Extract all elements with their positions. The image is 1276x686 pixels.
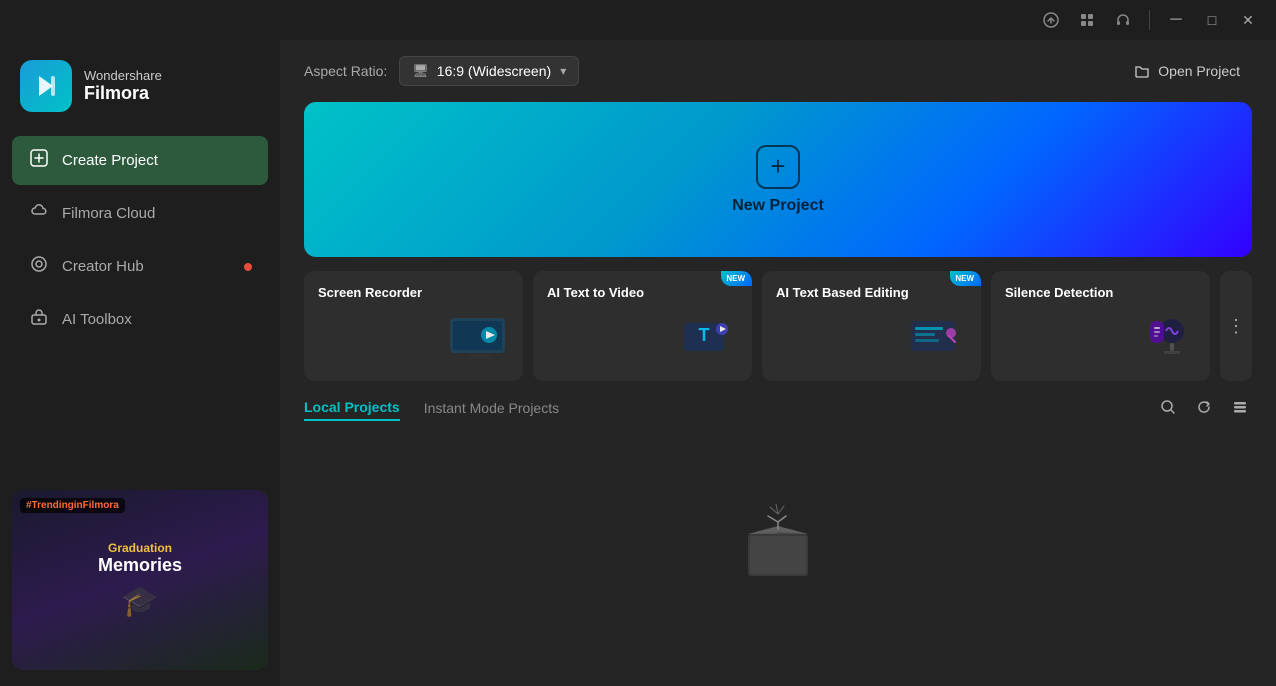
empty-box-graphic <box>728 494 828 584</box>
logo-section: Wondershare Filmora <box>0 40 280 136</box>
new-project-banner[interactable]: + New Project <box>304 102 1252 257</box>
aspect-ratio-section: Aspect Ratio: 🖥 16:9 (Widescreen) ▾ <box>304 56 579 86</box>
restore-button[interactable]: □ <box>1196 4 1228 36</box>
nav-items: Create Project Filmora Cloud <box>0 136 280 344</box>
feature-card-silence-detection[interactable]: Silence Detection <box>991 271 1210 381</box>
silence-detection-icon <box>1132 303 1202 373</box>
screen-recorder-label: Screen Recorder <box>318 285 509 302</box>
content-area: Aspect Ratio: 🖥 16:9 (Widescreen) ▾ Open… <box>280 40 1276 686</box>
feature-cards-row: Screen Recorder NEW AI Text to Video <box>280 257 1276 395</box>
folder-icon <box>1134 63 1150 79</box>
minimize-button[interactable]: ─ <box>1160 4 1192 36</box>
ai-toolbox-label: AI Toolbox <box>62 311 132 328</box>
ai-text-to-video-label: AI Text to Video <box>547 285 738 302</box>
svg-text:T: T <box>699 325 710 345</box>
cloud-icon <box>28 201 50 226</box>
feature-card-screen-recorder[interactable]: Screen Recorder <box>304 271 523 381</box>
view-toggle-button[interactable] <box>1228 395 1252 424</box>
title-bar: ─ □ ✕ <box>0 0 1276 40</box>
sidebar-item-create-project[interactable]: Create Project <box>12 136 268 185</box>
create-project-label: Create Project <box>62 152 158 169</box>
open-project-label: Open Project <box>1158 63 1240 79</box>
projects-tabs: Local Projects Instant Mode Projects <box>304 399 559 421</box>
ai-text-based-editing-new-badge: NEW <box>950 271 981 286</box>
tab-instant-mode-projects[interactable]: Instant Mode Projects <box>424 400 559 420</box>
filmora-cloud-label: Filmora Cloud <box>62 205 155 222</box>
projects-header: Local Projects Instant Mode Projects <box>304 395 1252 424</box>
app-logo-icon <box>20 60 72 112</box>
headphone-icon-btn[interactable] <box>1107 4 1139 36</box>
new-project-label: New Project <box>732 197 824 215</box>
creator-hub-label: Creator Hub <box>62 258 144 275</box>
ai-text-based-editing-label: AI Text Based Editing <box>776 285 967 302</box>
projects-actions <box>1156 395 1252 424</box>
promo-line1: Graduation <box>98 541 182 555</box>
projects-section: Local Projects Instant Mode Projects <box>280 395 1276 686</box>
screen-recorder-icon <box>445 303 515 373</box>
ai-text-to-video-new-badge: NEW <box>721 271 752 286</box>
search-projects-button[interactable] <box>1156 395 1180 424</box>
upload-icon-btn[interactable] <box>1035 4 1067 36</box>
content-header: Aspect Ratio: 🖥 16:9 (Widescreen) ▾ Open… <box>280 40 1276 102</box>
close-button[interactable]: ✕ <box>1232 4 1264 36</box>
tab-local-projects[interactable]: Local Projects <box>304 399 400 421</box>
dropdown-chevron-icon: ▾ <box>560 64 566 78</box>
creator-hub-badge <box>244 263 252 271</box>
new-project-plus-icon: + <box>756 145 800 189</box>
promo-tag: #TrendinginFilmora <box>20 498 125 513</box>
create-project-icon <box>28 148 50 173</box>
creator-hub-icon <box>28 254 50 279</box>
refresh-projects-button[interactable] <box>1192 395 1216 424</box>
logo-text: Wondershare Filmora <box>84 68 162 104</box>
sidebar-item-ai-toolbox[interactable]: AI Toolbox <box>12 295 268 344</box>
open-project-button[interactable]: Open Project <box>1122 57 1252 85</box>
sidebar-item-filmora-cloud[interactable]: Filmora Cloud <box>12 189 268 238</box>
empty-state <box>304 440 1252 686</box>
feature-card-ai-text-based-editing[interactable]: NEW AI Text Based Editing <box>762 271 981 381</box>
promo-image: 🎓 <box>98 584 182 619</box>
promo-line2: Memories <box>98 555 182 576</box>
sidebar: Wondershare Filmora Create Project <box>0 40 280 686</box>
ai-text-based-editing-icon <box>903 303 973 373</box>
ai-toolbox-icon <box>28 307 50 332</box>
sidebar-promo-card[interactable]: #TrendinginFilmora Graduation Memories 🎓 <box>12 490 268 670</box>
ai-text-to-video-icon: T <box>674 303 744 373</box>
grid-icon-btn[interactable] <box>1071 4 1103 36</box>
feature-card-ai-text-to-video[interactable]: NEW AI Text to Video T <box>533 271 752 381</box>
search-icon <box>1160 399 1176 415</box>
feature-cards-more-button[interactable]: ⋮ <box>1220 271 1252 381</box>
sidebar-item-creator-hub[interactable]: Creator Hub <box>12 242 268 291</box>
logo-brand: Wondershare <box>84 68 162 83</box>
view-icon <box>1232 399 1248 415</box>
logo-product: Filmora <box>84 83 162 104</box>
aspect-ratio-label: Aspect Ratio: <box>304 63 387 79</box>
silence-detection-label: Silence Detection <box>1005 285 1196 302</box>
aspect-ratio-dropdown[interactable]: 🖥 16:9 (Widescreen) ▾ <box>399 56 579 86</box>
titlebar-divider <box>1149 10 1150 30</box>
aspect-ratio-value: 16:9 (Widescreen) <box>437 63 551 79</box>
refresh-icon <box>1196 399 1212 415</box>
monitor-icon: 🖥 <box>412 63 429 79</box>
